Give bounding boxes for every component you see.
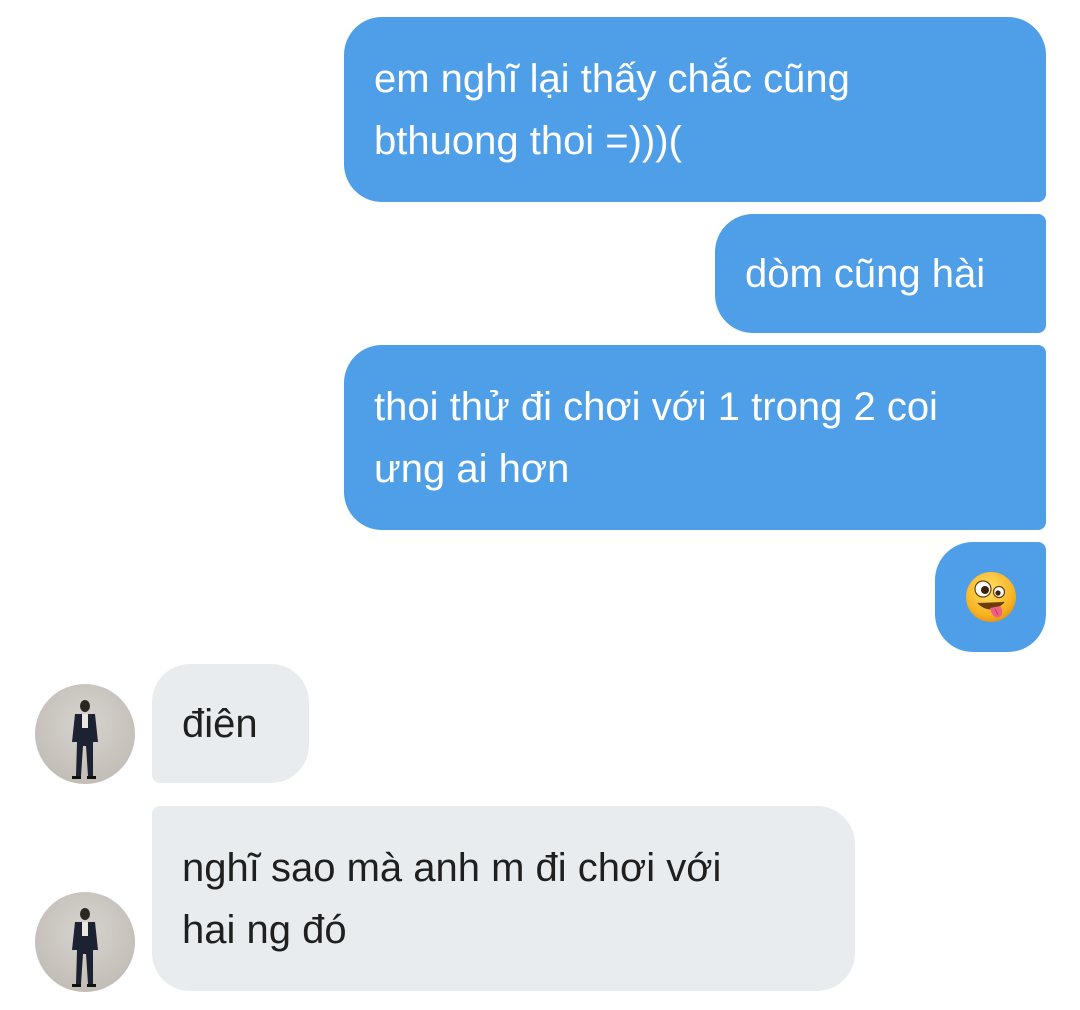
sent-emoji-bubble[interactable] <box>935 542 1046 652</box>
person-photo-icon <box>72 908 98 987</box>
sent-message-bubble[interactable]: em nghĩ lại thấy chắc cũng bthuong thoi … <box>344 17 1046 202</box>
person-photo-icon <box>72 700 98 779</box>
chat-thread: em nghĩ lại thấy chắc cũng bthuong thoi … <box>0 0 1080 1010</box>
sent-message-bubble[interactable]: dòm cũng hài <box>715 214 1046 333</box>
contact-avatar[interactable] <box>35 684 135 784</box>
contact-avatar[interactable] <box>35 892 135 992</box>
sent-message-bubble[interactable]: thoi thử đi chơi với 1 trong 2 coi ưng a… <box>344 345 1046 530</box>
zany-face-emoji-icon <box>965 572 1016 622</box>
received-message-bubble[interactable]: điên <box>152 664 309 783</box>
received-message-bubble[interactable]: nghĩ sao mà anh m đi chơi với hai ng đó <box>152 806 855 991</box>
